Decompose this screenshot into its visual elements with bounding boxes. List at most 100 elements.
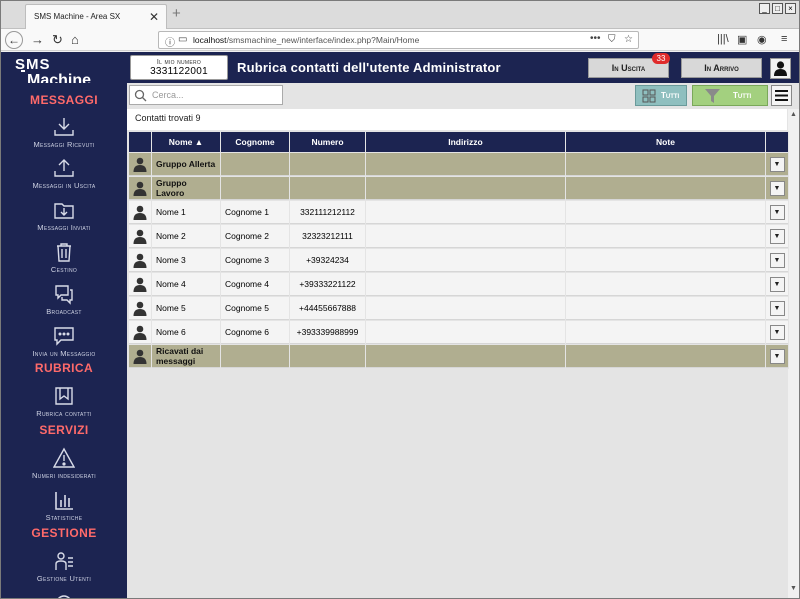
row-dropdown-icon[interactable]: ▼ — [769, 180, 785, 196]
group-row[interactable]: Gruppo Lavoro ▼ — [129, 177, 788, 200]
row-avatar — [129, 225, 151, 248]
scroll-down-icon[interactable]: ▼ — [790, 585, 797, 592]
incoming-button[interactable]: In Arrivo — [681, 58, 762, 78]
group-row[interactable]: Gruppo Allerta ▼ — [129, 153, 788, 176]
my-number-box: Il mio numero 3331122001 — [130, 55, 228, 80]
library-icon[interactable]: |||\ — [717, 33, 729, 45]
cell-numero — [290, 177, 365, 200]
cell-note — [566, 297, 765, 320]
person-icon — [133, 325, 147, 340]
bookmark-star-icon[interactable]: ☆ — [624, 34, 633, 45]
cell-indirizzo — [366, 321, 565, 344]
row-dropdown-icon[interactable]: ▼ — [769, 204, 785, 220]
main-content: Cerca... Tutti Tutti Contatti trovati 9 … — [127, 83, 799, 598]
maximize-icon[interactable]: □ — [772, 3, 783, 14]
sidebar-item-statistiche[interactable]: Statistiche — [1, 489, 127, 522]
row-avatar — [129, 249, 151, 272]
trash-icon — [57, 243, 71, 262]
cell-indirizzo — [366, 273, 565, 296]
table-row[interactable]: Nome 3 Cognome 3 +39324234 ▼ — [129, 249, 788, 272]
tab-close-icon[interactable]: ✕ — [149, 10, 159, 24]
cell-cognome: Cognome 2 — [221, 225, 289, 248]
reload-icon[interactable]: ↻ — [52, 32, 63, 48]
cell-cognome — [221, 345, 289, 368]
user-profile-button[interactable] — [770, 58, 791, 79]
sidebar-toggle-icon[interactable]: ▣ — [737, 33, 747, 46]
table-row[interactable]: Nome 1 Cognome 1 332111212112 ▼ — [129, 201, 788, 224]
sidebar-item-messaggi-ricevuti[interactable]: Messaggi Ricevuti — [1, 116, 127, 149]
cell-note — [566, 321, 765, 344]
row-dropdown-icon[interactable]: ▼ — [769, 300, 785, 316]
header-cognome[interactable]: Cognome — [221, 132, 289, 152]
sidebar-item-gestione-utenti[interactable]: Gestione Utenti — [1, 550, 127, 583]
hamburger-menu-button[interactable] — [771, 85, 792, 106]
sidebar-item-rubrica-contatti[interactable]: Rubrica contatti — [1, 385, 127, 418]
cell-numero: +39333221122 — [290, 273, 365, 296]
sent-folder-icon — [54, 203, 74, 219]
row-dropdown-icon[interactable]: ▼ — [769, 276, 785, 292]
row-dropdown-icon[interactable]: ▼ — [769, 348, 785, 364]
forward-icon[interactable]: → — [31, 32, 44, 48]
row-actions: ▼ — [766, 153, 788, 176]
browser-tab[interactable]: SMS Machine - Area SX ✕ — [25, 4, 167, 29]
row-dropdown-icon[interactable]: ▼ — [769, 228, 785, 244]
cell-note — [566, 177, 765, 200]
cell-cognome: Cognome 3 — [221, 249, 289, 272]
table-row[interactable]: Nome 2 Cognome 2 32323212111 ▼ — [129, 225, 788, 248]
row-avatar — [129, 153, 151, 176]
address-book-icon — [55, 387, 73, 405]
cell-note — [566, 225, 765, 248]
scroll-up-icon[interactable]: ▲ — [790, 111, 797, 118]
menu-icon[interactable]: ≡ — [781, 33, 787, 45]
header-nome[interactable]: Nome ▲ — [152, 132, 220, 152]
cell-nome: Nome 2 — [152, 225, 220, 248]
header-numero[interactable]: Numero — [290, 132, 365, 152]
vertical-scrollbar[interactable]: ▲ ▼ — [788, 109, 799, 598]
minimize-icon[interactable]: _ — [759, 3, 770, 14]
all-groups-button[interactable]: Tutti — [635, 85, 687, 106]
group-row[interactable]: Ricavati dai messaggi ▼ — [129, 345, 788, 368]
cell-numero: +393339988999 — [290, 321, 365, 344]
header-actions — [766, 132, 788, 152]
cell-indirizzo — [366, 345, 565, 368]
sidebar-item-cestino[interactable]: Cestino — [1, 241, 127, 274]
new-tab-icon[interactable]: + — [172, 5, 181, 22]
cell-indirizzo — [366, 297, 565, 320]
table-row[interactable]: Nome 6 Cognome 6 +393339988999 ▼ — [129, 321, 788, 344]
home-icon[interactable]: ⌂ — [71, 32, 79, 48]
search-input[interactable]: Cerca... — [129, 85, 283, 105]
cell-indirizzo — [366, 225, 565, 248]
cell-indirizzo — [366, 249, 565, 272]
header-note[interactable]: Note — [566, 132, 765, 152]
close-window-icon[interactable]: × — [785, 3, 796, 14]
account-icon[interactable]: ◉ — [757, 33, 767, 46]
more-actions-icon[interactable]: ••• — [590, 33, 601, 44]
cell-note — [566, 345, 765, 368]
navigation-bar: ← → ↻ ⌂ ⓘ ▭ localhost/smsmachine_new/int… — [1, 29, 799, 51]
row-dropdown-icon[interactable]: ▼ — [769, 156, 785, 172]
sidebar-item-messaggi-inviati[interactable]: Messaggi Inviati — [1, 199, 127, 232]
sidebar-item-invia-messaggio[interactable]: Invia un Messaggio — [1, 325, 127, 358]
row-actions: ▼ — [766, 249, 788, 272]
row-dropdown-icon[interactable]: ▼ — [769, 324, 785, 340]
row-dropdown-icon[interactable]: ▼ — [769, 252, 785, 268]
back-icon[interactable]: ← — [5, 31, 23, 49]
sidebar-item-numeri-indesiderati[interactable]: Numeri indesiderati — [1, 447, 127, 480]
all-groups-label: Tutti — [661, 91, 680, 100]
cell-numero: +39324234 — [290, 249, 365, 272]
cell-indirizzo — [366, 177, 565, 200]
info-icon[interactable]: ⓘ — [165, 34, 175, 49]
table-row[interactable]: Nome 5 Cognome 5 +44455667888 ▼ — [129, 297, 788, 320]
url-bar[interactable]: ⓘ ▭ localhost/smsmachine_new/interface/i… — [158, 31, 639, 49]
pocket-icon[interactable]: ⛉ — [608, 34, 616, 45]
my-number-value: 3331122001 — [150, 66, 208, 77]
table-row[interactable]: Nome 4 Cognome 4 +39333221122 ▼ — [129, 273, 788, 296]
sidebar-item-broadcast[interactable]: Broadcast — [1, 283, 127, 316]
filter-button[interactable]: Tutti — [692, 85, 768, 106]
header-indirizzo[interactable]: Indirizzo — [366, 132, 565, 152]
cell-cognome: Cognome 1 — [221, 201, 289, 224]
page-title: Rubrica contatti dell'utente Administrat… — [237, 60, 501, 75]
sidebar-item-messaggi-in-uscita[interactable]: Messaggi in Uscita — [1, 157, 127, 190]
tab-bar: SMS Machine - Area SX ✕ + _ □ × — [1, 1, 799, 29]
row-actions: ▼ — [766, 321, 788, 344]
